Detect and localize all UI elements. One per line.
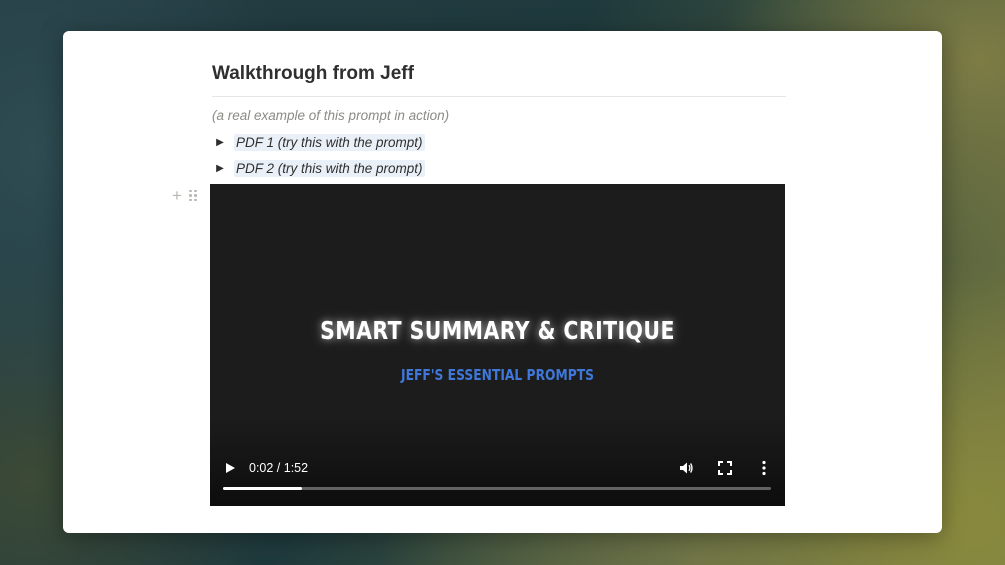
progress-fill — [223, 487, 303, 490]
toggle-pdf-2[interactable]: ▶ PDF 2 (try this with the prompt) — [212, 157, 425, 179]
plus-icon[interactable]: + — [170, 187, 184, 204]
video-subtitle-text: JEFF'S ESSENTIAL PROMPTS — [400, 366, 595, 384]
video-controls: 0:02 / 1:52 — [222, 458, 773, 478]
time-display: 0:02 / 1:52 — [249, 461, 309, 475]
page-title: Walkthrough from Jeff — [212, 63, 414, 84]
more-vertical-icon[interactable] — [755, 459, 773, 477]
triangle-right-icon[interactable]: ▶ — [212, 163, 228, 174]
video-title-text: SMART SUMMARY & CRITIQUE — [320, 316, 675, 345]
block-handles: + — [170, 187, 197, 204]
toggle-pdf-1[interactable]: ▶ PDF 1 (try this with the prompt) — [212, 131, 425, 153]
caption-text: (a real example of this prompt in action… — [212, 108, 450, 123]
progress-bar[interactable] — [223, 487, 771, 490]
triangle-right-icon[interactable]: ▶ — [212, 137, 228, 148]
toggle-label: PDF 2 (try this with the prompt) — [234, 159, 425, 177]
volume-icon[interactable] — [677, 459, 695, 477]
fullscreen-icon[interactable] — [716, 459, 734, 477]
title-divider — [212, 96, 786, 97]
notion-page-card: Walkthrough from Jeff (a real example of… — [63, 31, 942, 533]
video-player[interactable]: SMART SUMMARY & CRITIQUE JEFF'S ESSENTIA… — [210, 184, 785, 506]
drag-handle-icon[interactable] — [189, 189, 197, 202]
play-icon[interactable] — [222, 460, 238, 476]
toggle-label: PDF 1 (try this with the prompt) — [234, 133, 425, 151]
